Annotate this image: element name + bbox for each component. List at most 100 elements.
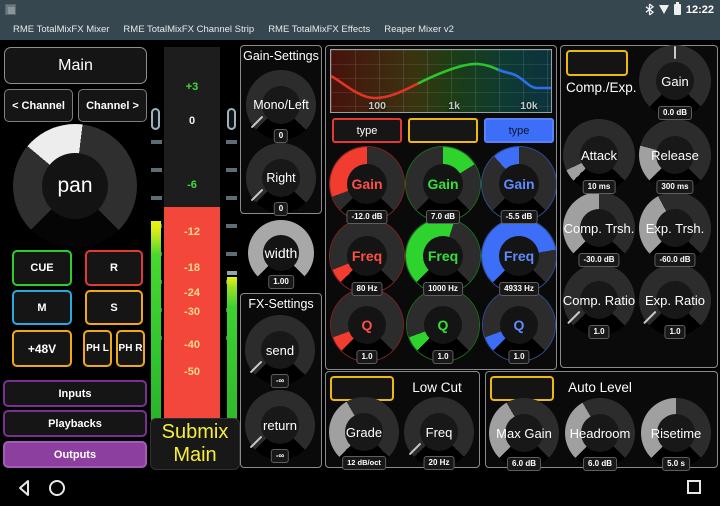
battery-icon — [674, 4, 681, 15]
dyn-attack-knob[interactable]: Attack 10 ms — [563, 119, 635, 191]
dyn-exp-ratio-knob[interactable]: Exp. Ratio 1.0 — [639, 264, 711, 336]
dyn-comp-threshold-knob[interactable]: Comp. Trsh. -30.0 dB — [563, 192, 635, 264]
layer-playbacks-button[interactable]: Playbacks — [3, 410, 147, 437]
scale-label: -40 — [164, 339, 220, 351]
tab-rme-totalmixfx-channel-strip[interactable]: RME TotalMixFX Channel Strip — [123, 24, 254, 35]
channel-name-line2: Main — [173, 444, 216, 467]
fader-handle-left[interactable] — [151, 108, 160, 130]
scale-label: -24 — [164, 287, 220, 299]
eq-band2-freq-knob[interactable]: Freq 1000 Hz — [406, 219, 480, 293]
pan-knob[interactable]: pan — [13, 124, 137, 248]
tab-reaper-mixer-v2[interactable]: Reaper Mixer v2 — [384, 24, 454, 35]
eq-frequency-response-graph: 100 1k 10k — [330, 49, 552, 113]
low-cut-grade-value: 12 dB/oct — [342, 456, 386, 470]
scale-label: +3 — [164, 81, 220, 93]
dyn-release-knob[interactable]: Release 300 ms — [639, 119, 711, 191]
eq-axis-tick-100: 100 — [368, 100, 386, 112]
dyn-gain-knob[interactable]: Gain 0.0 dB — [639, 45, 711, 117]
scale-label: -30 — [164, 306, 220, 318]
next-channel-button[interactable]: Channel > — [78, 89, 147, 122]
gain-settings-title: Gain-Settings — [240, 49, 322, 63]
cue-button[interactable]: CUE — [12, 250, 72, 286]
eq-band3-q-knob[interactable]: Q 1.0 — [483, 289, 555, 361]
record-button[interactable]: R — [85, 250, 143, 286]
fader-handle-right[interactable] — [227, 108, 236, 130]
recents-button[interactable] — [686, 479, 702, 495]
eq-band3-gain-knob[interactable]: Gain -5.5 dB — [482, 147, 556, 221]
android-nav-bar — [0, 470, 720, 506]
fx-return-value: -∞ — [271, 449, 289, 463]
home-button[interactable] — [48, 479, 66, 497]
channel-name-button[interactable]: Main — [4, 47, 147, 84]
eq-axis-tick-1k: 1k — [448, 100, 460, 112]
back-button[interactable] — [16, 479, 32, 497]
auto-level-risetime-knob[interactable]: Risetime 5.0 s — [641, 398, 711, 468]
level-meter-peak-cap — [227, 271, 237, 275]
eq-band2-gain-knob[interactable]: Gain 7.0 dB — [406, 147, 480, 221]
eq-band2-freq-value: 1000 Hz — [423, 282, 463, 296]
scale-label: -18 — [164, 262, 220, 274]
low-cut-freq-knob[interactable]: Freq 20 Hz — [404, 397, 474, 467]
channel-name-line1: Submix — [162, 421, 229, 444]
clock: 12:22 — [686, 4, 714, 16]
fx-return-knob[interactable]: return -∞ — [245, 390, 315, 460]
eq-band1-freq-value: 80 Hz — [352, 282, 383, 296]
dyn-exp-threshold-knob[interactable]: Exp. Trsh. -60.0 dB — [639, 192, 711, 264]
tab-rme-totalmixfx-mixer[interactable]: RME TotalMixFX Mixer — [13, 24, 109, 35]
auto-level-title: Auto Level — [545, 380, 655, 395]
gain-right-knob[interactable]: Right 0 — [246, 143, 316, 213]
dyn-comp-ratio-value: 1.0 — [588, 325, 609, 339]
gain-mono-left-knob[interactable]: Mono/Left 0 — [246, 70, 316, 140]
layer-outputs-button[interactable]: Outputs — [3, 441, 147, 468]
dyn-gain-value: 0.0 dB — [658, 106, 692, 120]
eq-band1-gain-value: -12.0 dB — [346, 210, 387, 224]
eq-band1-type-button[interactable]: type — [332, 118, 402, 143]
tab-rme-totalmixfx-effects[interactable]: RME TotalMixFX Effects — [268, 24, 370, 35]
eq-band3-type-button[interactable]: type — [484, 118, 554, 143]
layout-tab-bar: RME TotalMixFX Mixer RME TotalMixFX Chan… — [0, 19, 720, 40]
eq-axis-tick-10k: 10k — [520, 100, 538, 112]
android-status-bar: 12:22 — [0, 0, 720, 19]
prev-channel-button[interactable]: < Channel — [4, 89, 73, 122]
eq-band3-freq-knob[interactable]: Freq 4933 Hz — [482, 219, 556, 293]
solo-button[interactable]: S — [85, 290, 143, 325]
scale-label: 0 — [164, 115, 220, 127]
eq-band2-q-knob[interactable]: Q 1.0 — [407, 289, 479, 361]
phones-left-button[interactable]: PH L — [83, 330, 112, 367]
eq-band2-gain-value: 7.0 dB — [426, 210, 460, 224]
auto-level-risetime-value: 5.0 s — [662, 457, 690, 471]
gain-mono-left-value: 0 — [274, 129, 288, 143]
dyn-comp-ratio-knob[interactable]: Comp. Ratio 1.0 — [563, 264, 635, 336]
dyn-exp-threshold-value: -60.0 dB — [654, 253, 695, 267]
mute-button[interactable]: M — [12, 290, 72, 325]
volume-fader[interactable]: +3 0 -6 -12 -18 -24 -30 -40 -50 — [164, 47, 220, 457]
phones-right-button[interactable]: PH R — [116, 330, 145, 367]
eq-band1-q-knob[interactable]: Q 1.0 — [331, 289, 403, 361]
gain-right-value: 0 — [274, 202, 288, 216]
low-cut-freq-value: 20 Hz — [424, 456, 455, 470]
eq-band3-gain-value: -5.5 dB — [501, 210, 538, 224]
dyn-release-value: 300 ms — [656, 180, 693, 194]
low-cut-grade-knob[interactable]: Grade 12 dB/oct — [329, 397, 399, 467]
dynamics-enable-button[interactable] — [566, 50, 628, 76]
pan-knob-label: pan — [13, 124, 137, 248]
auto-level-headroom-knob[interactable]: Headroom 6.0 dB — [565, 398, 635, 468]
eq-band1-q-value: 1.0 — [356, 350, 377, 364]
width-knob-value: 1.00 — [268, 275, 294, 289]
layer-inputs-button[interactable]: Inputs — [3, 380, 147, 407]
stereo-width-knob[interactable]: width 1.00 — [248, 220, 314, 286]
dynamics-title: Comp./Exp. — [566, 80, 637, 95]
bluetooth-icon — [645, 3, 654, 16]
eq-band1-gain-knob[interactable]: Gain -12.0 dB — [330, 147, 404, 221]
eq-band1-freq-knob[interactable]: Freq 80 Hz — [330, 219, 404, 293]
notification-app-icon — [5, 4, 16, 15]
eq-band3-freq-value: 4933 Hz — [499, 282, 539, 296]
dyn-attack-value: 10 ms — [583, 180, 616, 194]
eq-band2-type-button[interactable] — [408, 118, 478, 143]
dyn-comp-threshold-value: -30.0 dB — [578, 253, 619, 267]
fx-settings-title: FX-Settings — [240, 297, 322, 311]
dyn-exp-ratio-value: 1.0 — [664, 325, 685, 339]
phantom-power-button[interactable]: +48V — [12, 330, 72, 367]
fx-send-knob[interactable]: send -∞ — [245, 315, 315, 385]
auto-level-max-gain-knob[interactable]: Max Gain 6.0 dB — [489, 398, 559, 468]
